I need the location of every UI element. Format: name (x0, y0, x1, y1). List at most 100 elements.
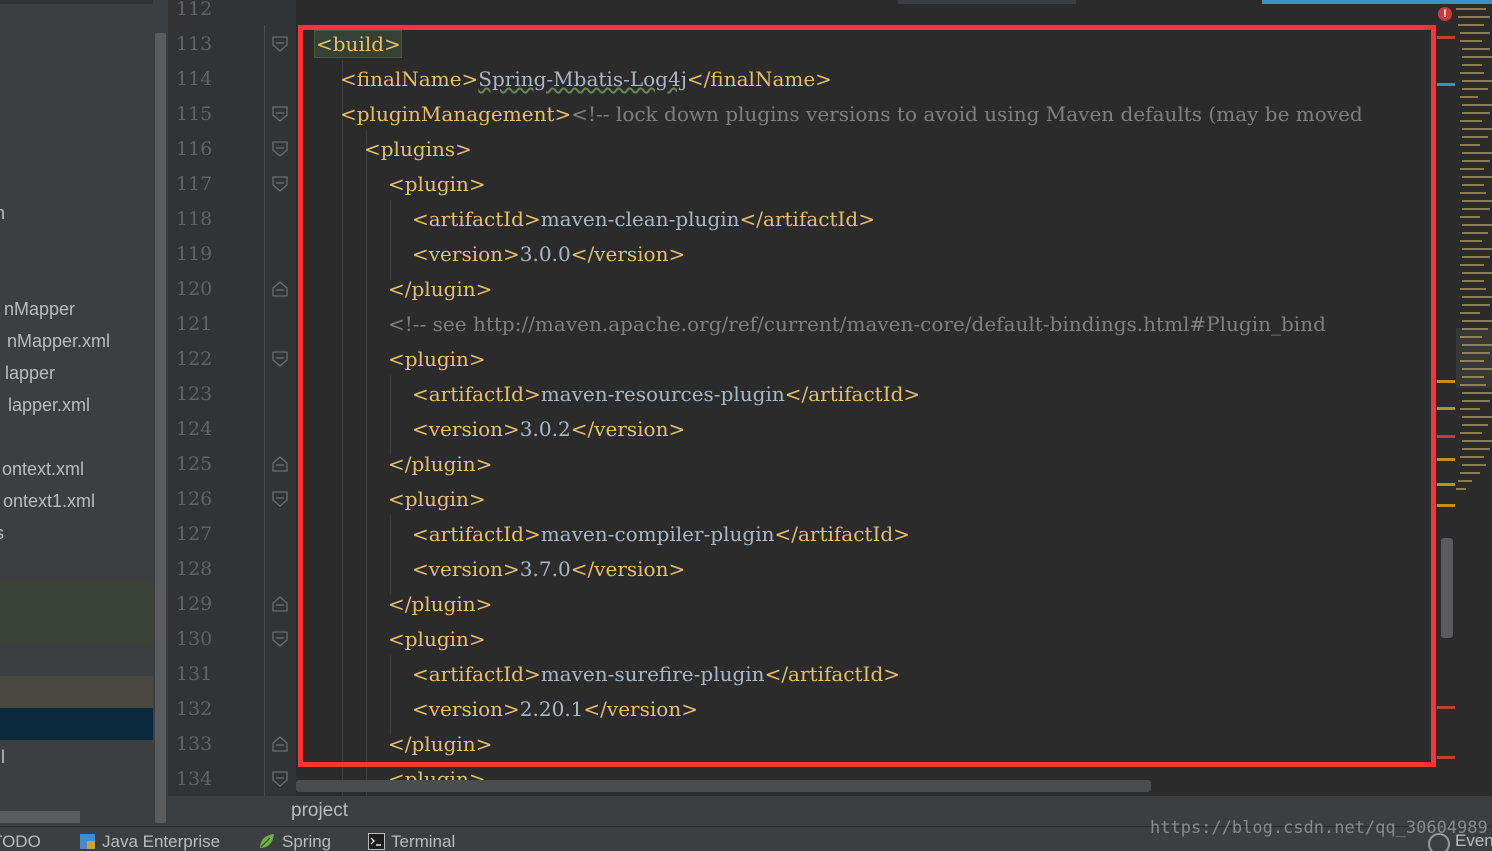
tree-item[interactable]: n (0, 197, 5, 229)
tree-item-label: ontext1.xml (2, 491, 95, 511)
xml-tag: <artifactId> (412, 522, 541, 546)
code-line: <version>3.0.0</version> (412, 237, 685, 272)
tree-selected-row (0, 708, 168, 740)
xml-tag: <plugins> (364, 137, 472, 161)
warning-marker[interactable] (1437, 380, 1455, 383)
error-marker[interactable] (1437, 706, 1455, 709)
code-line: <finalName>Spring-Mbatis-Log4j</finalNam… (340, 62, 832, 97)
warning-marker[interactable] (1437, 504, 1455, 507)
xml-tag: <finalName> (340, 67, 479, 91)
tool-tab-terminal[interactable]: Terminal (391, 829, 455, 851)
tree-item[interactable]: ontext1.xml (0, 485, 95, 517)
code-line: <plugin> (388, 167, 486, 202)
line-number: 128 (176, 558, 213, 580)
minimap-viewport[interactable] (1456, 328, 1492, 388)
xml-tag: </plugin> (388, 277, 493, 301)
code-line: <artifactId>maven-compiler-plugin</artif… (412, 517, 910, 552)
xml-tag: <plugin> (388, 172, 486, 196)
error-icon[interactable]: ! (1438, 7, 1452, 21)
tree-item-label: nMapper (3, 299, 75, 319)
tree-item[interactable]: l (0, 741, 5, 773)
fold-open-icon[interactable] (271, 175, 289, 193)
tree-item-label: n (0, 197, 5, 229)
code-line: <build> (316, 27, 401, 62)
fold-open-icon[interactable] (271, 490, 289, 508)
breadcrumb-item[interactable]: project (291, 796, 348, 826)
fold-open-icon[interactable] (271, 630, 289, 648)
code-content[interactable]: <build> <finalName>Spring-Mbatis-Log4j</… (296, 0, 1456, 796)
java-enterprise-icon (80, 834, 95, 849)
fold-close-icon[interactable] (271, 735, 289, 753)
xml-tag: <artifactId> (412, 382, 541, 406)
xml-tag: </plugin> (388, 732, 493, 756)
xml-tag: </version> (583, 697, 698, 721)
sidebar-scrollbar[interactable] (155, 33, 166, 823)
fold-close-icon[interactable] (271, 455, 289, 473)
warning-marker[interactable] (1437, 407, 1455, 410)
warning-marker[interactable] (1437, 483, 1455, 486)
tree-item[interactable]: nMapper (0, 293, 75, 325)
tree-item[interactable]: s (0, 517, 4, 549)
tab-strip-edge (898, 0, 1076, 4)
xml-text: Spring-Mbatis-Log4j (478, 67, 687, 91)
fold-open-icon[interactable] (271, 105, 289, 123)
tool-tab-spring[interactable]: Spring (282, 829, 331, 851)
tree-highlight-band (0, 580, 168, 644)
error-marker[interactable] (1437, 36, 1455, 39)
line-number: 124 (176, 418, 213, 440)
error-marker[interactable] (1437, 435, 1455, 438)
fold-close-icon[interactable] (271, 280, 289, 298)
warning-marker[interactable] (1437, 458, 1455, 461)
fold-open-icon[interactable] (271, 350, 289, 368)
fold-open-icon[interactable] (271, 140, 289, 158)
xml-text: 3.0.2 (519, 417, 571, 441)
fold-open-icon[interactable] (271, 35, 289, 53)
code-line: <plugins> (364, 132, 472, 167)
info-marker[interactable] (1437, 83, 1455, 86)
error-marker[interactable] (1437, 756, 1455, 759)
xml-tag: </artifactId> (774, 522, 910, 546)
line-number: 130 (176, 628, 213, 650)
xml-text: maven-resources-plugin (540, 382, 785, 406)
fold-close-icon[interactable] (271, 595, 289, 613)
tool-tab-todo[interactable]: TODO (0, 829, 41, 851)
xml-text: maven-compiler-plugin (540, 522, 775, 546)
spring-leaf-icon (260, 834, 274, 848)
line-number: 120 (176, 278, 213, 300)
fold-open-icon[interactable] (271, 770, 289, 788)
code-line: <plugin> (388, 622, 486, 657)
xml-tag: </artifactId> (739, 207, 875, 231)
tree-item[interactable]: nMapper.xml (0, 325, 110, 357)
tool-tab-java-enterprise[interactable]: Java Enterprise (102, 829, 220, 851)
xml-tag: <pluginManagement> (340, 102, 572, 126)
xml-text: 2.20.1 (519, 697, 584, 721)
event-log-icon[interactable] (1428, 833, 1450, 851)
xml-tag: </artifactId> (784, 382, 921, 406)
code-line: </plugin> (388, 727, 492, 762)
sidebar-horizontal-scrollbar[interactable] (0, 811, 80, 823)
code-line: <artifactId>maven-resources-plugin</arti… (412, 377, 920, 412)
xml-text: maven-surefire-plugin (540, 662, 765, 686)
editor-vertical-scrollbar[interactable] (1441, 538, 1453, 638)
tree-item[interactable]: lapper.xml (0, 389, 90, 421)
terminal-icon (368, 833, 385, 850)
xml-tag: </artifactId> (764, 662, 901, 686)
editor-horizontal-scrollbar[interactable] (296, 780, 1151, 792)
code-minimap[interactable] (1456, 8, 1492, 494)
line-number: 127 (176, 523, 213, 545)
xml-tag: <artifactId> (412, 662, 541, 686)
xml-tag: </version> (570, 242, 686, 266)
tool-tab-event-log[interactable]: Even (1455, 831, 1492, 851)
xml-text: 3.7.0 (519, 557, 571, 581)
xml-text: maven-clean-plugin (540, 207, 740, 231)
code-line: <artifactId>maven-surefire-plugin</artif… (412, 657, 900, 692)
code-line: <plugin> (388, 342, 486, 377)
tree-item[interactable]: ontext.xml (0, 453, 84, 485)
tree-hover-row (0, 676, 168, 708)
xml-tag: <build> (316, 32, 401, 56)
project-tree-panel[interactable]: n nMapper nMapper.xml lapper lapper.xml … (0, 0, 168, 826)
gutter-separator (264, 25, 265, 796)
tree-item[interactable]: lapper (0, 357, 55, 389)
code-line: <!-- see http://maven.apache.org/ref/cur… (388, 307, 1326, 342)
code-line: </plugin> (388, 447, 492, 482)
